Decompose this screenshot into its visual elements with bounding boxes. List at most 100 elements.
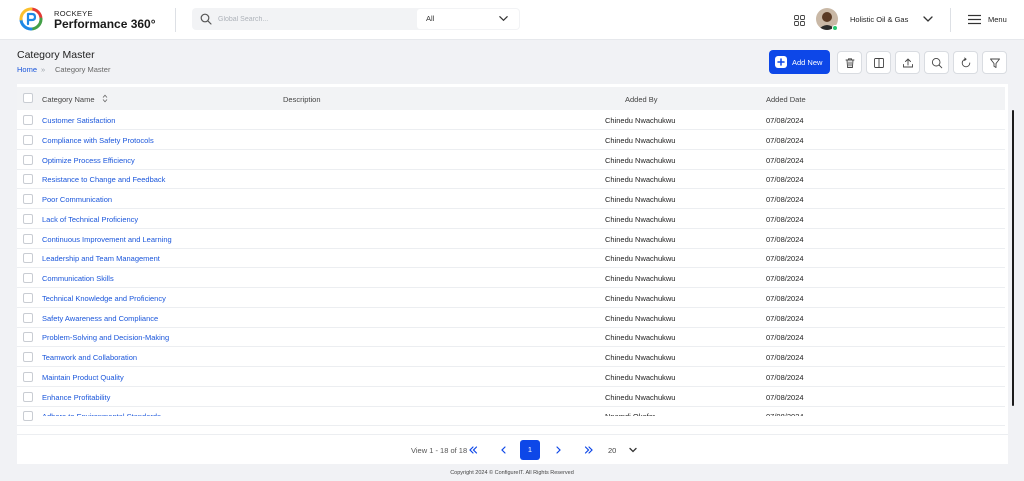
table-row-line: [17, 367, 1005, 387]
search-icon: [931, 57, 943, 69]
table-row-line: [17, 248, 1005, 268]
category-name-link[interactable]: Lack of Technical Proficiency: [42, 215, 138, 224]
delete-button[interactable]: [837, 51, 862, 74]
breadcrumb-current: Category Master: [55, 65, 111, 74]
page-size-select[interactable]: 20: [608, 446, 616, 455]
category-name-link[interactable]: Resistance to Change and Feedback: [42, 175, 165, 184]
category-name-link[interactable]: Customer Satisfaction: [42, 116, 115, 125]
added-date-cell: 07/08/2024: [766, 373, 804, 382]
current-page-button[interactable]: 1: [520, 440, 540, 460]
table-row-line: [17, 308, 1005, 328]
menu-button[interactable]: Menu: [988, 15, 1007, 24]
added-by-cell: Chinedu Nwachukwu: [605, 333, 676, 342]
row-checkbox[interactable]: [23, 293, 33, 303]
added-date-cell: 07/08/2024: [766, 274, 804, 283]
table-header: [17, 87, 1005, 110]
added-by-cell: Nnamdi Okafor: [605, 412, 655, 416]
row-checkbox[interactable]: [23, 411, 33, 421]
column-header-description[interactable]: Description: [283, 95, 321, 104]
added-by-cell: Chinedu Nwachukwu: [605, 294, 676, 303]
category-name-link[interactable]: Compliance with Safety Protocols: [42, 136, 154, 145]
category-name-link[interactable]: Problem-Solving and Decision-Making: [42, 333, 169, 342]
added-date-cell: 07/08/2024: [766, 254, 804, 263]
column-header-added-date[interactable]: Added Date: [766, 95, 806, 104]
category-name-link[interactable]: Maintain Product Quality: [42, 373, 124, 382]
trash-icon: [845, 58, 855, 68]
row-checkbox[interactable]: [23, 352, 33, 362]
filter-button[interactable]: [982, 51, 1007, 74]
added-by-cell: Chinedu Nwachukwu: [605, 116, 676, 125]
column-header-category-name[interactable]: Category Name: [42, 95, 95, 104]
table-row-line: [17, 110, 1005, 130]
search-scope-value: All: [426, 14, 435, 23]
chevron-down-icon[interactable]: [922, 13, 934, 25]
added-date-cell: 07/08/2024: [766, 175, 804, 184]
added-date-cell: 07/08/2024: [766, 294, 804, 303]
copyright-text: Copyright 2024 © ConfigureIT. All Rights…: [450, 470, 574, 476]
category-name-link[interactable]: Safety Awareness and Compliance: [42, 314, 158, 323]
refresh-button[interactable]: [953, 51, 978, 74]
row-checkbox[interactable]: [23, 155, 33, 165]
header-divider: [950, 8, 951, 32]
added-by-cell: Chinedu Nwachukwu: [605, 353, 676, 362]
column-header-added-by[interactable]: Added By: [625, 95, 658, 104]
row-checkbox[interactable]: [23, 313, 33, 323]
hamburger-menu-icon[interactable]: [968, 14, 981, 25]
category-name-link[interactable]: Poor Communication: [42, 195, 112, 204]
page-title: Category Master: [17, 49, 95, 61]
added-by-cell: Chinedu Nwachukwu: [605, 175, 676, 184]
rockeye-logo-icon[interactable]: [19, 7, 43, 31]
last-page-icon[interactable]: [584, 445, 594, 455]
select-all-checkbox[interactable]: [23, 93, 33, 103]
chevron-down-icon[interactable]: [628, 445, 638, 455]
search-button[interactable]: [924, 51, 949, 74]
global-search-input[interactable]: [218, 12, 408, 26]
added-by-cell: Chinedu Nwachukwu: [605, 314, 676, 323]
row-checkbox[interactable]: [23, 253, 33, 263]
row-checkbox[interactable]: [23, 392, 33, 402]
category-name-link[interactable]: Adhere to Environmental Standards: [42, 412, 161, 416]
columns-button[interactable]: [866, 51, 891, 74]
category-name-link[interactable]: Leadership and Team Management: [42, 254, 160, 263]
category-name-link[interactable]: Enhance Profitability: [42, 393, 110, 402]
next-page-icon[interactable]: [553, 445, 563, 455]
row-checkbox[interactable]: [23, 194, 33, 204]
row-checkbox[interactable]: [23, 135, 33, 145]
chevron-down-icon[interactable]: [498, 13, 509, 24]
previous-page-icon[interactable]: [499, 445, 509, 455]
category-name-link[interactable]: Continuous Improvement and Learning: [42, 235, 172, 244]
row-checkbox[interactable]: [23, 115, 33, 125]
category-name-link[interactable]: Teamwork and Collaboration: [42, 353, 137, 362]
row-checkbox[interactable]: [23, 273, 33, 283]
row-checkbox[interactable]: [23, 372, 33, 382]
first-page-icon[interactable]: [468, 445, 478, 455]
company-name[interactable]: Holistic Oil & Gas: [850, 15, 908, 24]
added-date-cell: 07/08/2024: [766, 235, 804, 244]
added-by-cell: Chinedu Nwachukwu: [605, 156, 676, 165]
apps-grid-icon[interactable]: [794, 15, 805, 26]
added-date-cell: 07/08/2024: [766, 412, 804, 416]
row-checkbox[interactable]: [23, 234, 33, 244]
added-date-cell: 07/08/2024: [766, 156, 804, 165]
added-by-cell: Chinedu Nwachukwu: [605, 254, 676, 263]
row-checkbox[interactable]: [23, 332, 33, 342]
export-button[interactable]: [895, 51, 920, 74]
category-name-link[interactable]: Technical Knowledge and Proficiency: [42, 294, 166, 303]
breadcrumb-home-link[interactable]: Home: [17, 65, 37, 74]
category-name-link[interactable]: Communication Skills: [42, 274, 114, 283]
brand-name: Performance 360°: [54, 17, 156, 31]
added-by-cell: Chinedu Nwachukwu: [605, 215, 676, 224]
sort-icon[interactable]: [102, 94, 108, 103]
table-row-line: [17, 150, 1005, 170]
added-by-cell: Chinedu Nwachukwu: [605, 274, 676, 283]
row-checkbox[interactable]: [23, 214, 33, 224]
row-checkbox[interactable]: [23, 174, 33, 184]
table-row-line: [17, 387, 1005, 407]
table-scrollbar[interactable]: [1012, 110, 1014, 406]
category-name-link[interactable]: Optimize Process Efficiency: [42, 156, 135, 165]
breadcrumb-separator: »: [41, 65, 46, 74]
added-date-cell: 07/08/2024: [766, 353, 804, 362]
table-row-line: [17, 209, 1005, 229]
table-row-line: [17, 406, 1005, 426]
added-date-cell: 07/08/2024: [766, 314, 804, 323]
